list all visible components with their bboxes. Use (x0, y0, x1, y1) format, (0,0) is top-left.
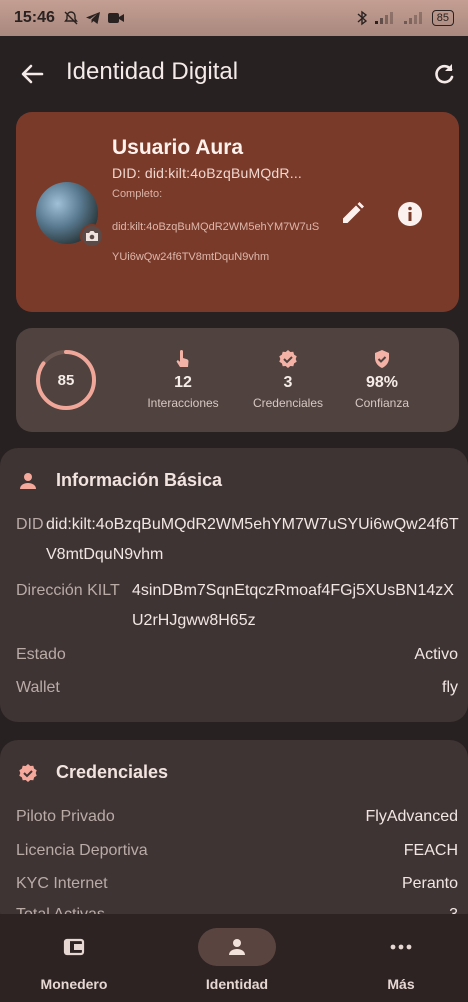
address-label: Dirección KILT (16, 582, 120, 599)
estado-label: Estado (16, 646, 66, 663)
did-label: DID (16, 516, 44, 533)
credential-value: FEACH (403, 842, 458, 859)
person-icon (20, 472, 36, 489)
app-bar: Identidad Digital (0, 52, 468, 96)
edit-icon[interactable] (338, 200, 366, 228)
nav-identidad[interactable]: Identidad (177, 928, 297, 992)
did-value: did:kilt:4oBzqBuMQdR2WM5ehYM7W7uSYUi6wQw… (46, 516, 459, 563)
complete-label: Completo: (112, 188, 163, 200)
person-icon (229, 939, 245, 955)
estado-value: Activo (414, 646, 458, 663)
avatar[interactable] (36, 182, 104, 248)
user-name: Usuario Aura (112, 136, 244, 159)
credentials-section: Credenciales Piloto Privado FlyAdvanced … (0, 740, 468, 930)
nav-mas[interactable]: Más (341, 928, 461, 992)
bottom-navigation: Monedero Identidad Más (0, 914, 468, 1002)
stat-value: 12 (174, 374, 192, 391)
wallet-value: fly (442, 679, 458, 696)
stat-value: 98% (365, 374, 399, 391)
more-dots-icon (390, 944, 412, 950)
status-right-icons: 85 (357, 10, 454, 26)
wallet-icon (63, 938, 85, 956)
stat-credenciales: 3 Credenciales (242, 348, 334, 410)
nav-label: Monedero (40, 976, 108, 992)
credentials-title: Credenciales (56, 762, 169, 782)
wallet-label: Wallet (16, 679, 60, 696)
camera-icon[interactable] (80, 224, 104, 248)
credentials-header: Credenciales (18, 762, 168, 783)
stats-card: 85 12 Interacciones 3 Credenciales 98% C… (16, 328, 459, 432)
credential-label: KYC Internet (16, 875, 108, 892)
basic-info-section: Información Básica DID did:kilt:4oBzqBuM… (0, 448, 468, 722)
credential-value: FlyAdvanced (365, 808, 459, 825)
profile-card: Usuario Aura DID: did:kilt:4oBzqBuMQdR..… (16, 112, 459, 312)
basic-info-header: Información Básica (18, 470, 222, 491)
stat-label: Confianza (354, 396, 410, 410)
nav-label: Más (387, 976, 415, 992)
telegram-icon (85, 12, 100, 24)
score-value: 85 (57, 371, 75, 389)
status-time: 15:46 (14, 9, 55, 26)
status-bar: 15:46 85 (0, 0, 468, 36)
user-did-short: DID: did:kilt:4oBzqBuMQdR... (112, 165, 302, 181)
stat-interacciones: 12 Interacciones (137, 348, 229, 410)
hand-pointer-icon (176, 350, 189, 367)
page-title: Identidad Digital (66, 58, 239, 85)
back-arrow-icon[interactable] (18, 60, 46, 88)
battery-indicator: 85 (431, 10, 454, 26)
shield-check-icon (375, 350, 389, 368)
stat-label: Credenciales (252, 396, 324, 410)
stat-value: 3 (283, 374, 293, 391)
credential-value: Peranto (401, 875, 458, 892)
stat-confianza: 98% Confianza (336, 348, 428, 410)
signal-2-icon (403, 12, 422, 24)
nav-monedero[interactable]: Monedero (14, 928, 134, 992)
nav-label: Identidad (205, 976, 269, 992)
bluetooth-icon (357, 10, 367, 26)
active-indicator (198, 928, 276, 966)
address-value: 4sinDBm7SqnEtqczRmoaf4FGj5XUsBN14zXU2rHJ… (132, 582, 454, 629)
info-icon[interactable] (396, 200, 424, 228)
credential-label: Licencia Deportiva (16, 842, 148, 859)
muted-notifications-icon (64, 11, 78, 25)
stat-label: Interacciones (147, 396, 219, 410)
complete-did: did:kilt:4oBzqBuMQdR2WM5ehYM7W7uSYUi6wQw… (112, 221, 320, 263)
video-icon (107, 13, 124, 23)
verified-badge-icon (279, 350, 297, 368)
status-left-icons (63, 10, 125, 26)
credential-label: Piloto Privado (16, 808, 115, 825)
verified-badge-icon (19, 763, 37, 782)
signal-icon (374, 12, 393, 24)
basic-info-title: Información Básica (56, 470, 223, 490)
refresh-icon[interactable] (430, 60, 458, 88)
